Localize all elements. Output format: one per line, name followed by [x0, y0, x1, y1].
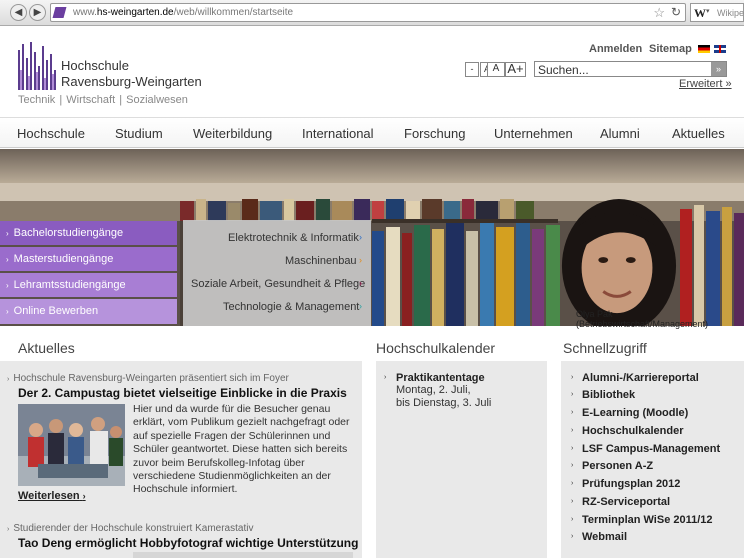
chevron-right-icon: › — [359, 301, 362, 311]
study-link-label: Online Bewerben — [13, 305, 99, 317]
nav-alumni[interactable]: Alumni — [600, 126, 640, 141]
chevron-right-icon: › — [7, 526, 10, 533]
chevron-right-icon: › — [571, 480, 574, 487]
login-link[interactable]: Anmelden — [589, 43, 642, 55]
quicklink-terminplan[interactable]: Terminplan WiSe 2011/12 — [582, 514, 713, 526]
forward-icon[interactable]: ▶ — [29, 4, 46, 21]
chevron-right-icon: › — [571, 516, 574, 523]
advanced-search-link[interactable]: Erweitert » — [679, 78, 732, 90]
study-link-master[interactable]: › Masterstudiengänge — [0, 247, 177, 271]
study-link-lehramt[interactable]: › Lehramtsstudiengänge — [0, 273, 177, 297]
chevron-right-icon: › — [571, 498, 574, 505]
font-medium-button[interactable]: A — [487, 62, 505, 77]
quicklink-personen[interactable]: Personen A-Z — [582, 460, 653, 472]
quicklink-elearning[interactable]: E-Learning (Moodle) — [582, 407, 688, 419]
logo-icon[interactable] — [17, 40, 59, 92]
calendar-event-date-end: bis Dienstag, 3. Juli — [396, 397, 492, 409]
chevron-right-icon: › — [571, 462, 574, 469]
wikipedia-icon: W — [694, 6, 706, 20]
quicklink-webmail[interactable]: Webmail — [582, 531, 627, 543]
site-search-input[interactable]: Suchen... » — [534, 61, 727, 77]
chevron-right-icon: › — [571, 445, 574, 452]
nav-hochschule[interactable]: Hochschule — [17, 126, 85, 141]
nav-forschung[interactable]: Forschung — [404, 126, 465, 141]
chevron-right-icon: › — [6, 307, 9, 316]
study-link-bachelor[interactable]: › Bachelorstudiengänge — [0, 221, 177, 245]
chevron-right-icon: › — [571, 374, 574, 381]
news-item1-title[interactable]: Der 2. Campustag bietet vielseitige Einb… — [18, 386, 347, 400]
site-favicon-icon — [52, 7, 67, 18]
faculty-elektrotechnik[interactable]: Elektrotechnik & Informatik — [228, 232, 722, 244]
logo-name-line1[interactable]: Hochschule — [61, 58, 129, 73]
main-navigation: Hochschule Studium Weiterbildung Interna… — [0, 117, 744, 148]
quicklink-rz-serviceportal[interactable]: RZ-Serviceportal — [582, 496, 670, 508]
quicklinks-heading: Schnellzugriff — [563, 340, 647, 356]
news-heading: Aktuelles — [18, 340, 75, 356]
quicklink-lsf[interactable]: LSF Campus-Management — [582, 443, 720, 455]
chevron-right-icon: › — [359, 232, 362, 242]
nav-international[interactable]: International — [302, 126, 374, 141]
study-link-label: Lehramtsstudiengänge — [13, 279, 126, 291]
read-more-link[interactable]: Weiterlesen › — [18, 490, 86, 502]
browser-search-box[interactable]: W ▾ Wikiped — [690, 3, 744, 22]
chevron-right-icon: › — [359, 278, 362, 288]
german-flag-icon[interactable] — [698, 45, 710, 53]
english-flag-icon[interactable] — [714, 45, 726, 53]
search-submit-button[interactable]: » — [711, 62, 726, 76]
chevron-right-icon: › — [571, 533, 574, 540]
nav-studium[interactable]: Studium — [115, 126, 163, 141]
news-item2-title[interactable]: Tao Deng ermöglicht Hobbyfotograf wichti… — [18, 536, 358, 550]
font-decrease-button[interactable]: - — [465, 62, 479, 77]
study-link-label: Masterstudiengänge — [13, 253, 114, 265]
font-increase-button[interactable]: A+ — [505, 62, 526, 77]
chevron-right-icon: › — [571, 391, 574, 398]
study-link-online-bewerben[interactable]: › Online Bewerben — [0, 299, 177, 324]
nav-aktuelles[interactable]: Aktuelles — [672, 126, 725, 141]
news-item1-subtitle: › Hochschule Ravensburg-Weingarten präsen… — [7, 373, 289, 384]
nav-weiterbildung[interactable]: Weiterbildung — [193, 126, 272, 141]
calendar-event-title[interactable]: Praktikantentage — [396, 372, 485, 384]
calendar-heading: Hochschulkalender — [376, 340, 496, 356]
chevron-right-icon: › — [6, 281, 9, 290]
search-placeholder: Suchen... — [538, 63, 589, 77]
url-text: www.hs-weingarten.de/web/willkommen/star… — [73, 7, 294, 18]
read-more-label: Weiterlesen — [18, 490, 80, 502]
faculty-maschinenbau[interactable]: Maschinenbau — [285, 255, 722, 267]
news-item1-text: Hier und da wurde für die Besucher genau… — [133, 403, 350, 496]
chevron-right-icon: › — [7, 376, 10, 383]
reload-icon[interactable]: ↻ — [671, 5, 681, 19]
chevron-right-icon: › — [82, 491, 86, 501]
sitemap-link[interactable]: Sitemap — [649, 43, 692, 55]
study-link-label: Bachelorstudiengänge — [13, 227, 124, 239]
quicklink-pruefungsplan[interactable]: Prüfungsplan 2012 — [582, 478, 680, 490]
logo-tagline: Technik | Wirtschaft | Sozialwesen — [18, 94, 188, 106]
address-bar[interactable]: www.hs-weingarten.de/web/willkommen/star… — [50, 3, 686, 22]
news-item1-subtitle-text: Hochschule Ravensburg-Weingarten präsent… — [13, 373, 289, 384]
nav-unternehmen[interactable]: Unternehmen — [494, 126, 573, 141]
dropdown-icon[interactable]: ▾ — [706, 7, 710, 15]
chevron-right-icon: › — [571, 427, 574, 434]
quicklink-alumni[interactable]: Alumni-/Karriereportal — [582, 372, 699, 384]
news-item1-photo[interactable] — [18, 404, 125, 486]
calendar-event-date-start: Montag, 2. Juli, — [396, 384, 471, 396]
chevron-right-icon: › — [6, 255, 9, 264]
browser-toolbar: ◀ ▶ www.hs-weingarten.de/web/willkommen/… — [0, 0, 744, 26]
logo-name-line2[interactable]: Ravensburg-Weingarten — [61, 74, 202, 89]
bookmark-star-icon[interactable]: ☆ — [653, 5, 665, 21]
chevron-right-icon: › — [6, 229, 9, 238]
faculty-soziale-arbeit[interactable]: Soziale Arbeit, Gesundheit & Pflege — [191, 278, 722, 290]
quicklink-hochschulkalender[interactable]: Hochschulkalender — [582, 425, 683, 437]
chevron-right-icon: › — [384, 374, 387, 381]
quicklink-bibliothek[interactable]: Bibliothek — [582, 389, 635, 401]
chevron-right-icon: › — [571, 409, 574, 416]
faculty-technologie[interactable]: Technologie & Management — [223, 301, 722, 313]
back-icon[interactable]: ◀ — [10, 4, 27, 21]
chevron-right-icon: › — [359, 255, 362, 265]
browser-search-placeholder: Wikiped — [717, 8, 744, 18]
news-item2-subtitle-text: Studierender der Hochschule konstruiert … — [13, 523, 254, 534]
news-item2-subtitle: › Studierender der Hochschule konstruiert… — [7, 523, 253, 534]
news-item2-text-fragment — [133, 552, 353, 558]
